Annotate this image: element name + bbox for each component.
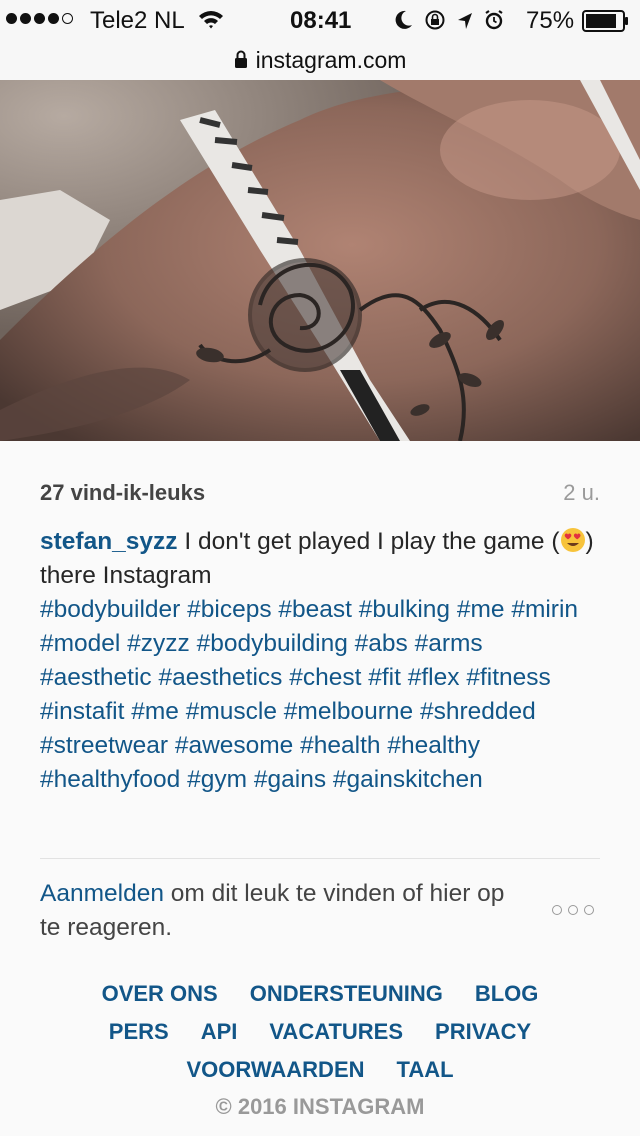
- post-image: [0, 80, 640, 441]
- hashtag-link[interactable]: #fitness: [466, 664, 550, 691]
- hashtag-link[interactable]: #bodybuilding: [197, 630, 348, 657]
- hashtag-link[interactable]: #fit: [368, 664, 401, 691]
- login-prompt: Aanmelden om dit leuk te vinden of hier …: [40, 877, 520, 945]
- hashtag-link[interactable]: #streetwear: [40, 732, 168, 759]
- footer-link-terms[interactable]: VOORWAARDEN: [186, 1056, 364, 1094]
- hashtag-link[interactable]: #zyzz: [127, 630, 190, 657]
- hashtag-link[interactable]: #flex: [408, 664, 460, 691]
- footer-row: OVER ONS ONDERSTEUNING BLOG: [0, 980, 640, 1018]
- hashtag-link[interactable]: #beast: [278, 596, 352, 623]
- hashtag-link[interactable]: #gym: [187, 766, 247, 793]
- url-text: instagram.com: [255, 46, 407, 73]
- signal-strength-icon: [6, 13, 73, 24]
- hashtag-list: #bodybuilder #biceps #beast #bulking #me…: [40, 596, 578, 793]
- location-arrow-icon: [456, 10, 474, 38]
- footer-row: PERS API VACATURES PRIVACY: [0, 1018, 640, 1056]
- footer-link-press[interactable]: PERS: [109, 1018, 169, 1056]
- hashtag-link[interactable]: #aesthetics: [159, 664, 283, 691]
- battery-icon: [582, 10, 630, 39]
- do-not-disturb-icon: [394, 9, 414, 38]
- login-link[interactable]: Aanmelden: [40, 880, 164, 907]
- footer-link-api[interactable]: API: [201, 1018, 238, 1056]
- hashtag-link[interactable]: #gainskitchen: [333, 766, 483, 793]
- caption-text: I don't get played I play the game (: [177, 528, 560, 555]
- post-caption: stefan_syzz I don't get played I play th…: [40, 525, 600, 797]
- likes-row: 27 vind-ik-leuks 2 u.: [40, 480, 600, 510]
- lock-icon: [234, 47, 248, 74]
- more-options-icon[interactable]: [552, 905, 594, 915]
- post-photo[interactable]: [0, 80, 640, 441]
- post-time: 2 u.: [563, 480, 600, 505]
- hashtag-link[interactable]: #muscle: [186, 698, 277, 725]
- footer-nav: OVER ONS ONDERSTEUNING BLOG PERS API VAC…: [0, 980, 640, 1094]
- footer-link-support[interactable]: ONDERSTEUNING: [250, 980, 443, 1018]
- hashtag-link[interactable]: #mirin: [511, 596, 578, 623]
- footer-link-about[interactable]: OVER ONS: [102, 980, 218, 1018]
- clock: 08:41: [290, 7, 352, 34]
- hashtag-link[interactable]: #bulking: [359, 596, 450, 623]
- rotation-lock-icon: [424, 9, 446, 38]
- like-count: 27 vind-ik-leuks: [40, 480, 206, 505]
- hashtag-link[interactable]: #me: [131, 698, 179, 725]
- footer-link-blog[interactable]: BLOG: [475, 980, 539, 1018]
- username-link[interactable]: stefan_syzz: [40, 528, 178, 555]
- footer-link-privacy[interactable]: PRIVACY: [435, 1018, 531, 1056]
- copyright: © 2016 INSTAGRAM: [215, 1094, 425, 1119]
- footer-link-language[interactable]: TAAL: [397, 1056, 454, 1094]
- battery-percentage: 75%: [526, 7, 575, 34]
- hashtag-link[interactable]: #shredded: [420, 698, 536, 725]
- hashtag-link[interactable]: #instafit: [40, 698, 124, 725]
- hashtag-link[interactable]: #gains: [254, 766, 326, 793]
- address-bar[interactable]: instagram.com: [0, 40, 640, 80]
- hashtag-link[interactable]: #model: [40, 630, 120, 657]
- hashtag-link[interactable]: #chest: [289, 664, 361, 691]
- footer-row: VOORWAARDEN TAAL: [0, 1056, 640, 1094]
- alarm-icon: [484, 9, 504, 38]
- hashtag-link[interactable]: #biceps: [187, 596, 271, 623]
- hashtag-link[interactable]: #bodybuilder: [40, 596, 180, 623]
- carrier-name: Tele2 NL: [90, 7, 185, 34]
- divider: [40, 858, 600, 859]
- hashtag-link[interactable]: #healthy: [387, 732, 480, 759]
- hashtag-link[interactable]: #melbourne: [284, 698, 413, 725]
- footer-link-jobs[interactable]: VACATURES: [269, 1018, 403, 1056]
- status-bar: Tele2 NL 08:41 75%: [0, 0, 640, 40]
- hashtag-link[interactable]: #me: [457, 596, 505, 623]
- hashtag-link[interactable]: #awesome: [175, 732, 293, 759]
- wifi-icon: [198, 8, 224, 36]
- hashtag-link[interactable]: #arms: [415, 630, 483, 657]
- hashtag-link[interactable]: #healthyfood: [40, 766, 180, 793]
- heart-eyes-emoji-icon: [560, 528, 585, 552]
- hashtag-link[interactable]: #aesthetic: [40, 664, 152, 691]
- hashtag-link[interactable]: #health: [300, 732, 380, 759]
- hashtag-link[interactable]: #abs: [355, 630, 408, 657]
